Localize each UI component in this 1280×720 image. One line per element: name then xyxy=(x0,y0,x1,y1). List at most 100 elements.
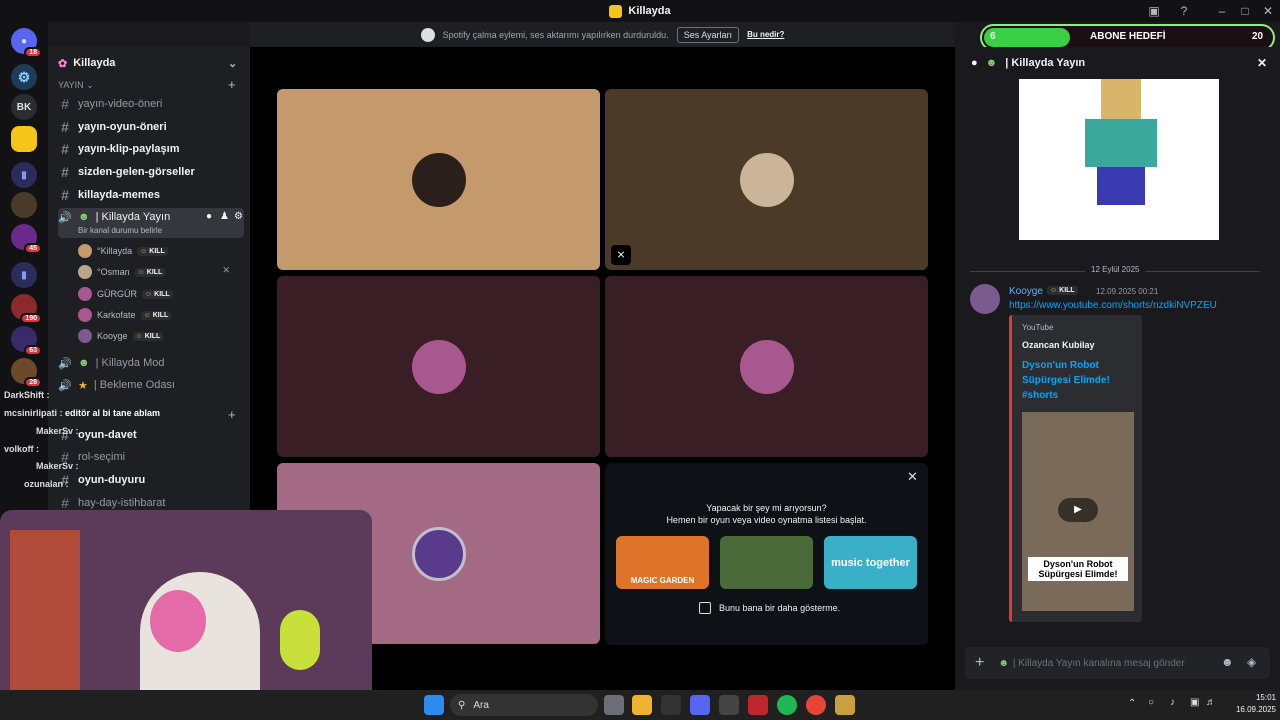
maximize-button[interactable]: □ xyxy=(1237,3,1253,19)
channel-label: oyun-davet xyxy=(78,429,137,441)
close-chat-icon[interactable]: ✕ xyxy=(1257,56,1267,70)
plush-toy xyxy=(280,610,320,670)
taskbar-app-icon[interactable] xyxy=(719,695,739,715)
embed-channel[interactable]: Ozancan Kubilay xyxy=(1022,340,1095,350)
killayda-server-icon[interactable] xyxy=(11,126,37,152)
settings-icon[interactable]: ⚙ xyxy=(234,211,243,222)
close-button[interactable]: ✕ xyxy=(1260,3,1276,19)
discord-home-icon[interactable]: ● 18 xyxy=(11,28,42,58)
close-icon[interactable]: ✕ xyxy=(907,469,918,485)
opera-icon[interactable] xyxy=(748,695,768,715)
channel-rol-secimi[interactable]: # rol-seçimi xyxy=(58,447,244,467)
voice-user[interactable]: Karkofate KILL xyxy=(78,305,172,325)
dont-show-again-checkbox[interactable]: Bunu bana bir daha gösterme. xyxy=(699,602,840,614)
channel-killayda-memes[interactable]: # killayda-memes xyxy=(58,185,244,205)
channel-oyun-davet[interactable]: # oyun-davet xyxy=(58,425,244,445)
tray-app-icon[interactable]: ○ xyxy=(1148,697,1154,708)
clock-time[interactable]: 15:01 xyxy=(1236,693,1276,702)
alien-emoji-icon: ☻ xyxy=(78,357,90,369)
tray-chevron-icon[interactable]: ⌃ xyxy=(1128,698,1136,709)
app-logo-icon xyxy=(609,4,623,18)
minecraft-body xyxy=(1085,119,1157,167)
server-avatar[interactable]: 28 xyxy=(11,358,42,388)
server-bk[interactable]: BK xyxy=(11,94,37,120)
play-icon[interactable]: ▶ xyxy=(1058,498,1098,522)
audio-settings-button[interactable]: Ses Ayarları xyxy=(676,26,740,43)
video-thumbnail[interactable]: ▶ Dyson'un Robot Süpürgesi Elimde! xyxy=(1022,412,1134,611)
voice-channel-bekleme-odasi[interactable]: 🔊 ★ | Bekleme Odası xyxy=(58,375,244,395)
embed-title[interactable]: Dyson'un Robot Süpürgesi Elimde! #shorts xyxy=(1022,358,1132,403)
voice-channel-killayda-yayin[interactable]: 🔊 ☻ | Killayda Yayın Bir kanal durumu be… xyxy=(58,208,244,238)
channel-yayin-oyun-oneri[interactable]: # yayın-oyun-öneri xyxy=(58,117,244,137)
gamepad-icon[interactable]: ◈ xyxy=(1247,655,1256,669)
server-flower-icon: ✿ xyxy=(58,57,68,70)
promo-subtitle: Hemen bir oyun veya video oynatma listes… xyxy=(666,515,867,525)
channel-yayin-video-oneri[interactable]: # yayın-video-öneri xyxy=(58,94,244,114)
league-icon[interactable] xyxy=(835,695,855,715)
windows-start-icon[interactable] xyxy=(424,695,444,715)
activity-tile[interactable] xyxy=(720,536,813,589)
voice-user[interactable]: GÜRGÜR KILL xyxy=(78,284,173,304)
voice-channel-killayda-mod[interactable]: 🔊 ☻ | Killayda Mod xyxy=(58,353,244,373)
chat-icon[interactable]: ● xyxy=(206,211,212,222)
channel-yayin-klip-paylasim[interactable]: # yayın-klip-paylaşım xyxy=(58,139,244,159)
voice-user[interactable]: °Killayda KILL xyxy=(78,241,168,261)
minecraft-head xyxy=(1101,79,1141,119)
minimize-button[interactable]: – xyxy=(1214,3,1230,19)
discord-taskbar-icon[interactable] xyxy=(690,695,710,715)
video-tile[interactable]: ⨯ xyxy=(605,89,928,270)
file-explorer-icon[interactable] xyxy=(632,695,652,715)
avatar xyxy=(78,308,92,322)
steam-icon[interactable] xyxy=(661,695,681,715)
spotify-taskbar-icon[interactable] xyxy=(777,695,797,715)
webcam-overlay xyxy=(0,510,372,720)
microphone-icon[interactable]: ♪ xyxy=(1170,697,1175,708)
avatar[interactable] xyxy=(970,284,1000,314)
voice-user[interactable]: Kooyge KILL xyxy=(78,326,164,346)
activity-music-together[interactable]: music together xyxy=(824,536,917,589)
message-link[interactable]: https://www.youtube.com/shorts/nzdkiNVPZ… xyxy=(1009,300,1217,311)
video-tile[interactable] xyxy=(605,276,928,457)
folder-icon[interactable]: ▮ xyxy=(11,162,37,188)
network-icon[interactable]: ▣ xyxy=(1190,697,1199,708)
user-name: Kooyge xyxy=(97,331,128,341)
clock-date[interactable]: 16.09.2025 xyxy=(1222,705,1276,714)
checkbox-icon[interactable] xyxy=(699,602,711,614)
server-avatar[interactable]: 45 xyxy=(11,224,42,254)
kill-tag: KILL xyxy=(1047,286,1078,295)
taskbar-search[interactable]: ⚲ Ara xyxy=(450,694,598,716)
category-yayin[interactable]: YAYIN ⌄ xyxy=(58,80,94,91)
message-author[interactable]: Kooyge xyxy=(1009,286,1043,297)
image-attachment[interactable] xyxy=(1019,79,1219,240)
channel-status[interactable]: Bir kanal durumu belirle xyxy=(78,226,162,235)
gear-icon[interactable]: ⚙ xyxy=(11,64,37,90)
add-channel-icon[interactable]: + xyxy=(228,77,236,92)
voice-user[interactable]: °Osman KILL xyxy=(78,262,166,282)
channel-oyun-duyuru[interactable]: # oyun-duyuru xyxy=(58,470,244,490)
speaker-icon: 🔊 xyxy=(58,212,72,224)
avatar xyxy=(739,152,794,207)
help-icon[interactable]: ? xyxy=(1176,3,1192,19)
what-is-this-link[interactable]: Bu nedir? xyxy=(747,30,784,39)
channel-sizden-gelen-gorseller[interactable]: # sizden-gelen-görseller xyxy=(58,162,244,182)
server-avatar[interactable] xyxy=(11,192,37,218)
volume-icon[interactable]: ♬ xyxy=(1206,697,1216,708)
folder-icon[interactable]: ▮ xyxy=(11,262,37,288)
avatar xyxy=(411,152,466,207)
server-badge: 190 xyxy=(20,313,42,324)
chrome-icon[interactable] xyxy=(806,695,826,715)
inbox-icon[interactable]: ▣ xyxy=(1146,3,1162,19)
add-attachment-icon[interactable]: + xyxy=(975,654,984,672)
invite-icon[interactable]: ♟ xyxy=(220,211,229,222)
server-header[interactable]: ✿ Killayda ⌄ xyxy=(48,47,250,79)
server-avatar[interactable]: 190 xyxy=(11,294,42,324)
video-tile[interactable] xyxy=(277,276,600,457)
message-input[interactable]: | Killayda Yayın kanalına mesaj gönder xyxy=(1013,658,1185,669)
video-tile[interactable] xyxy=(277,89,600,270)
server-avatar[interactable]: 63 xyxy=(11,326,42,356)
task-view-icon[interactable] xyxy=(604,695,624,715)
channel-label: | Bekleme Odası xyxy=(93,379,175,391)
add-channel-icon[interactable]: + xyxy=(228,407,236,422)
activity-magic-garden[interactable]: MAGIC GARDEN xyxy=(616,536,709,589)
emoji-icon[interactable]: ☻ xyxy=(1221,655,1234,669)
